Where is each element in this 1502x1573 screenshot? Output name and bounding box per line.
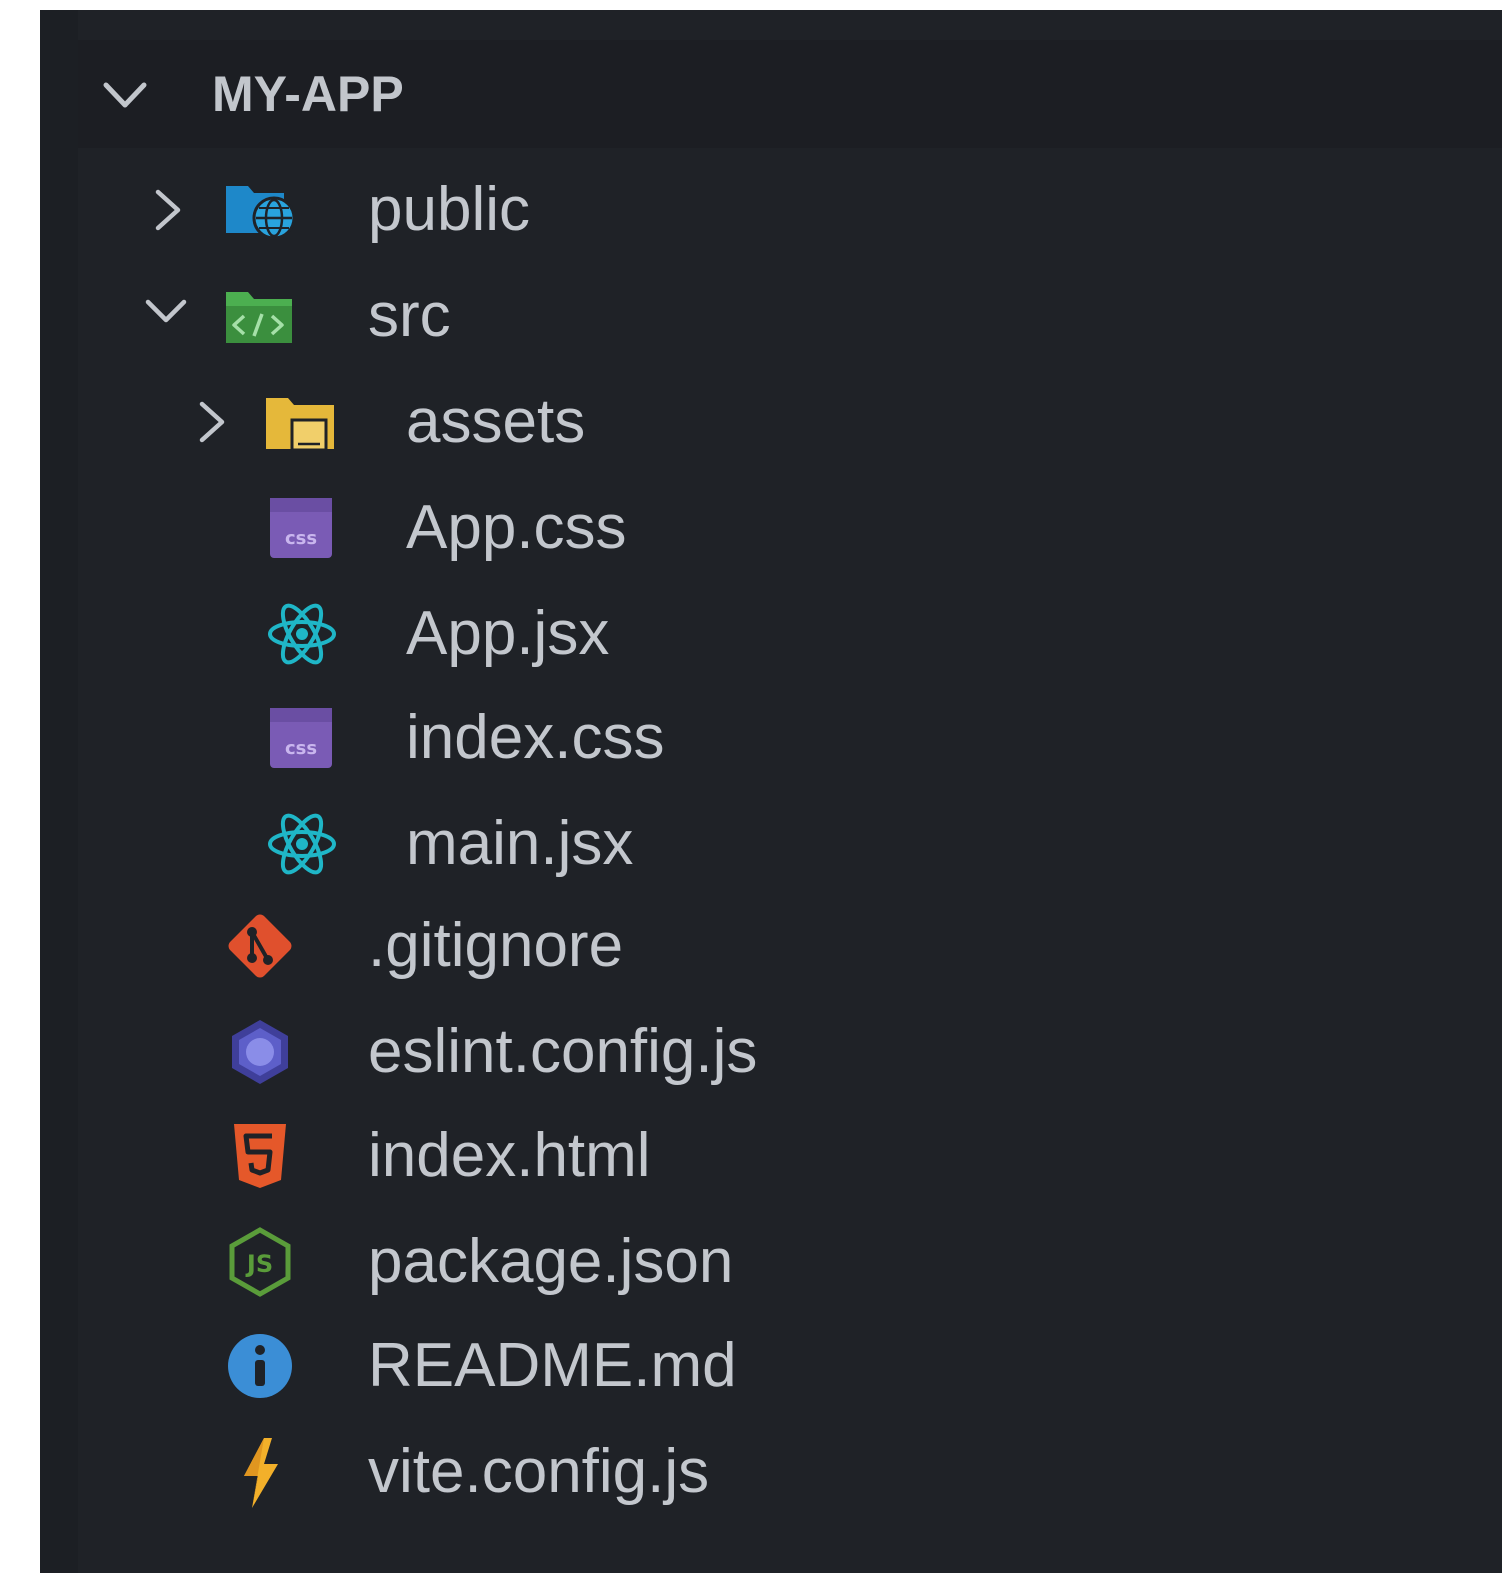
nodejs-file-icon: JS: [222, 1224, 298, 1300]
tree-item-label: index.css: [406, 703, 665, 772]
public-folder-icon: [222, 172, 298, 248]
chevron-down-icon[interactable]: [100, 70, 150, 120]
tree-item-label: eslint.config.js: [368, 1017, 758, 1086]
tree-item-index-css[interactable]: css index.css: [78, 690, 1502, 786]
svg-text:JS: JS: [245, 1250, 273, 1278]
file-explorer-panel: MY-APP public src assets css App.css App…: [40, 10, 1502, 1573]
section-title: MY-APP: [212, 66, 404, 122]
tree-item-public[interactable]: public: [78, 162, 1502, 258]
tree-item-main-jsx[interactable]: main.jsx: [78, 796, 1502, 892]
git-file-icon: [222, 908, 298, 984]
tree-item-app-jsx[interactable]: App.jsx: [78, 586, 1502, 682]
tree-item-label: src: [368, 281, 451, 350]
tree-item-label: App.jsx: [406, 599, 610, 668]
vite-file-icon: [222, 1434, 298, 1510]
assets-folder-icon: [262, 384, 338, 460]
tree-item-src[interactable]: src: [78, 268, 1502, 364]
tree-item-gitignore[interactable]: .gitignore: [78, 898, 1502, 994]
tree-item-label: README.md: [368, 1331, 737, 1400]
info-file-icon: [222, 1328, 298, 1404]
tree-item-package-json[interactable]: JS package.json: [78, 1214, 1502, 1310]
html5-file-icon: [222, 1118, 298, 1194]
tree-item-app-css[interactable]: css App.css: [78, 480, 1502, 576]
react-file-icon: [264, 596, 340, 672]
chevron-right-icon[interactable]: [188, 400, 232, 444]
tree-item-index-html[interactable]: index.html: [78, 1108, 1502, 1204]
tree-item-readme[interactable]: README.md: [78, 1318, 1502, 1414]
tree-item-label: index.html: [368, 1121, 651, 1190]
chevron-down-icon[interactable]: [144, 288, 188, 332]
tree-item-label: App.css: [406, 493, 627, 562]
tree-item-eslint-config[interactable]: eslint.config.js: [78, 1004, 1502, 1100]
css-file-icon: css: [264, 490, 340, 566]
css-file-icon: css: [264, 700, 340, 776]
svg-text:css: css: [285, 528, 317, 549]
tree-item-label: public: [368, 175, 530, 244]
tree-item-label: assets: [406, 387, 586, 456]
src-folder-icon: [222, 278, 298, 354]
chevron-right-icon[interactable]: [144, 188, 188, 232]
react-file-icon: [264, 806, 340, 882]
eslint-file-icon: [222, 1014, 298, 1090]
tree-item-label: .gitignore: [368, 911, 624, 980]
tree-item-label: main.jsx: [406, 809, 634, 878]
tree-item-vite-config[interactable]: vite.config.js: [78, 1424, 1502, 1520]
tree-item-label: vite.config.js: [368, 1437, 710, 1506]
tree-item-assets[interactable]: assets: [78, 374, 1502, 470]
tree-item-label: package.json: [368, 1227, 734, 1296]
explorer-section-header[interactable]: MY-APP: [78, 40, 1502, 148]
svg-text:css: css: [285, 738, 317, 759]
